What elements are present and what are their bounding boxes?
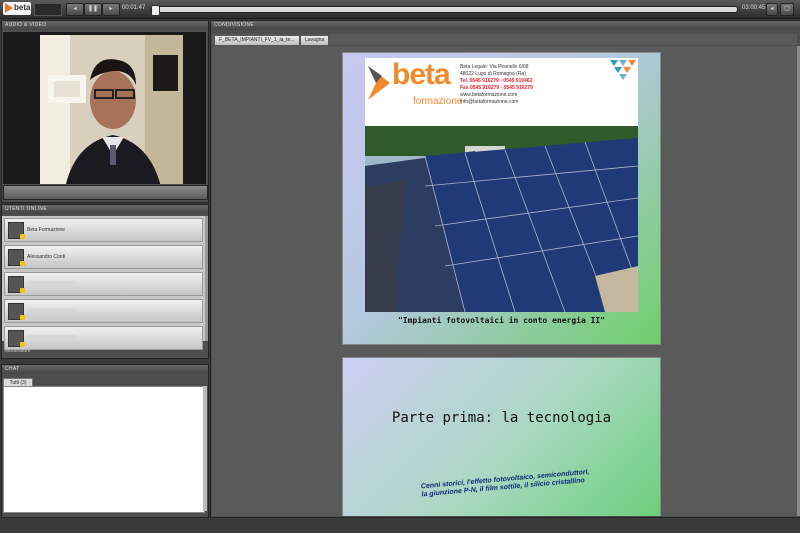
top-toolbar: beta ◂ ❚❚ ▸ 00:01:47 03:00:45 ◂ ▢ bbox=[0, 0, 800, 19]
fax-line: Fax 0545 916279 - 0545 916279 bbox=[460, 85, 533, 91]
user-avatar-icon bbox=[8, 330, 25, 347]
chat-header[interactable]: CHAT bbox=[2, 365, 208, 374]
chat-scrollbar[interactable] bbox=[203, 386, 207, 511]
users-list: Beta Formazione Alessandro Conti bbox=[2, 216, 205, 350]
slide-stage: beta formazione Beta Legale: Via Piranel… bbox=[212, 46, 797, 516]
logo-text: beta bbox=[14, 3, 31, 12]
email-line: info@betaformazione.com bbox=[460, 99, 519, 105]
user-avatar-icon bbox=[8, 249, 25, 266]
moderator-label: Moderatore bbox=[5, 348, 31, 354]
whiteboard-button[interactable]: Lavagna bbox=[300, 35, 330, 46]
users-header: UTENTI ONLINE bbox=[2, 205, 208, 214]
user-avatar-icon bbox=[8, 222, 25, 239]
user-row[interactable] bbox=[4, 299, 203, 323]
address-line-2: 48022 Lugo di Romagna (Ra) bbox=[460, 71, 526, 77]
presentation-header: CONDIVISIONE bbox=[211, 21, 800, 30]
slide-1: beta formazione Beta Legale: Via Piranel… bbox=[342, 52, 661, 345]
user-row[interactable] bbox=[4, 272, 203, 296]
user-name-hidden bbox=[27, 281, 77, 286]
brand-name: beta bbox=[392, 58, 451, 91]
presenter-image bbox=[40, 35, 183, 184]
user-name-hidden bbox=[27, 335, 77, 340]
slide-2: Parte prima: la tecnologia Cenni storici… bbox=[342, 357, 661, 516]
contact-info: Beta Legale: Via Piranello 6/68 48022 Lu… bbox=[460, 64, 533, 106]
time-total: 03:00:45 bbox=[742, 5, 766, 11]
chat-messages[interactable] bbox=[3, 386, 205, 513]
audio-video-header: AUDIO & VIDEO bbox=[2, 21, 208, 30]
slide-2-title: Parte prima: la tecnologia bbox=[391, 410, 612, 426]
fast-forward-button[interactable]: ▸ bbox=[102, 3, 120, 16]
address-line-1: Beta Legale: Via Piranello 6/68 bbox=[460, 64, 529, 70]
document-bar: F_BETA_IMPIANTI_FV_1_la_te... Lavagna bbox=[212, 34, 797, 46]
video-controls-bar[interactable] bbox=[3, 185, 208, 200]
user-avatar-icon bbox=[8, 276, 25, 293]
fullscreen-icon[interactable]: ▢ bbox=[780, 3, 794, 16]
progress-handle[interactable] bbox=[151, 5, 160, 16]
beta-arrow-icon bbox=[368, 66, 390, 100]
users-scrollbar[interactable] bbox=[205, 216, 208, 341]
solar-panel-photo bbox=[365, 126, 638, 312]
rewind-button[interactable]: ◂ bbox=[66, 3, 84, 16]
user-row[interactable] bbox=[4, 326, 203, 350]
slide-header: beta formazione Beta Legale: Via Piranel… bbox=[365, 58, 638, 126]
brand-subname: formazione bbox=[413, 96, 463, 107]
web-line: www.betaformazione.com bbox=[460, 92, 518, 98]
sub-logo bbox=[34, 3, 62, 16]
user-row[interactable]: Alessandro Conti bbox=[4, 245, 203, 269]
pause-button[interactable]: ❚❚ bbox=[84, 3, 102, 16]
user-name: Beta Formazione bbox=[27, 227, 66, 233]
volume-icon[interactable]: ◂ bbox=[766, 3, 778, 16]
user-name: Alessandro Conti bbox=[27, 254, 66, 260]
slide-2-subtitle: Cenni storici, l'effetto fotovoltaico, s… bbox=[420, 468, 590, 499]
user-name-hidden bbox=[27, 308, 77, 313]
beta-logo: beta bbox=[3, 2, 31, 15]
user-avatar-icon bbox=[8, 303, 25, 320]
document-tab[interactable]: F_BETA_IMPIANTI_FV_1_la_te... bbox=[214, 35, 300, 46]
phone-line: Tel. 0545 916279 - 0545 910462 bbox=[460, 78, 533, 84]
time-elapsed: 00:01:47 bbox=[122, 5, 146, 11]
progress-track[interactable] bbox=[150, 5, 738, 16]
logo-arrow-icon bbox=[5, 3, 13, 13]
user-row[interactable]: Beta Formazione bbox=[4, 218, 203, 242]
webcam-video bbox=[3, 32, 206, 184]
decorative-triangles-icon bbox=[610, 60, 636, 80]
slide-1-caption: "Impianti fotovoltaici in conto energia … bbox=[397, 316, 606, 325]
